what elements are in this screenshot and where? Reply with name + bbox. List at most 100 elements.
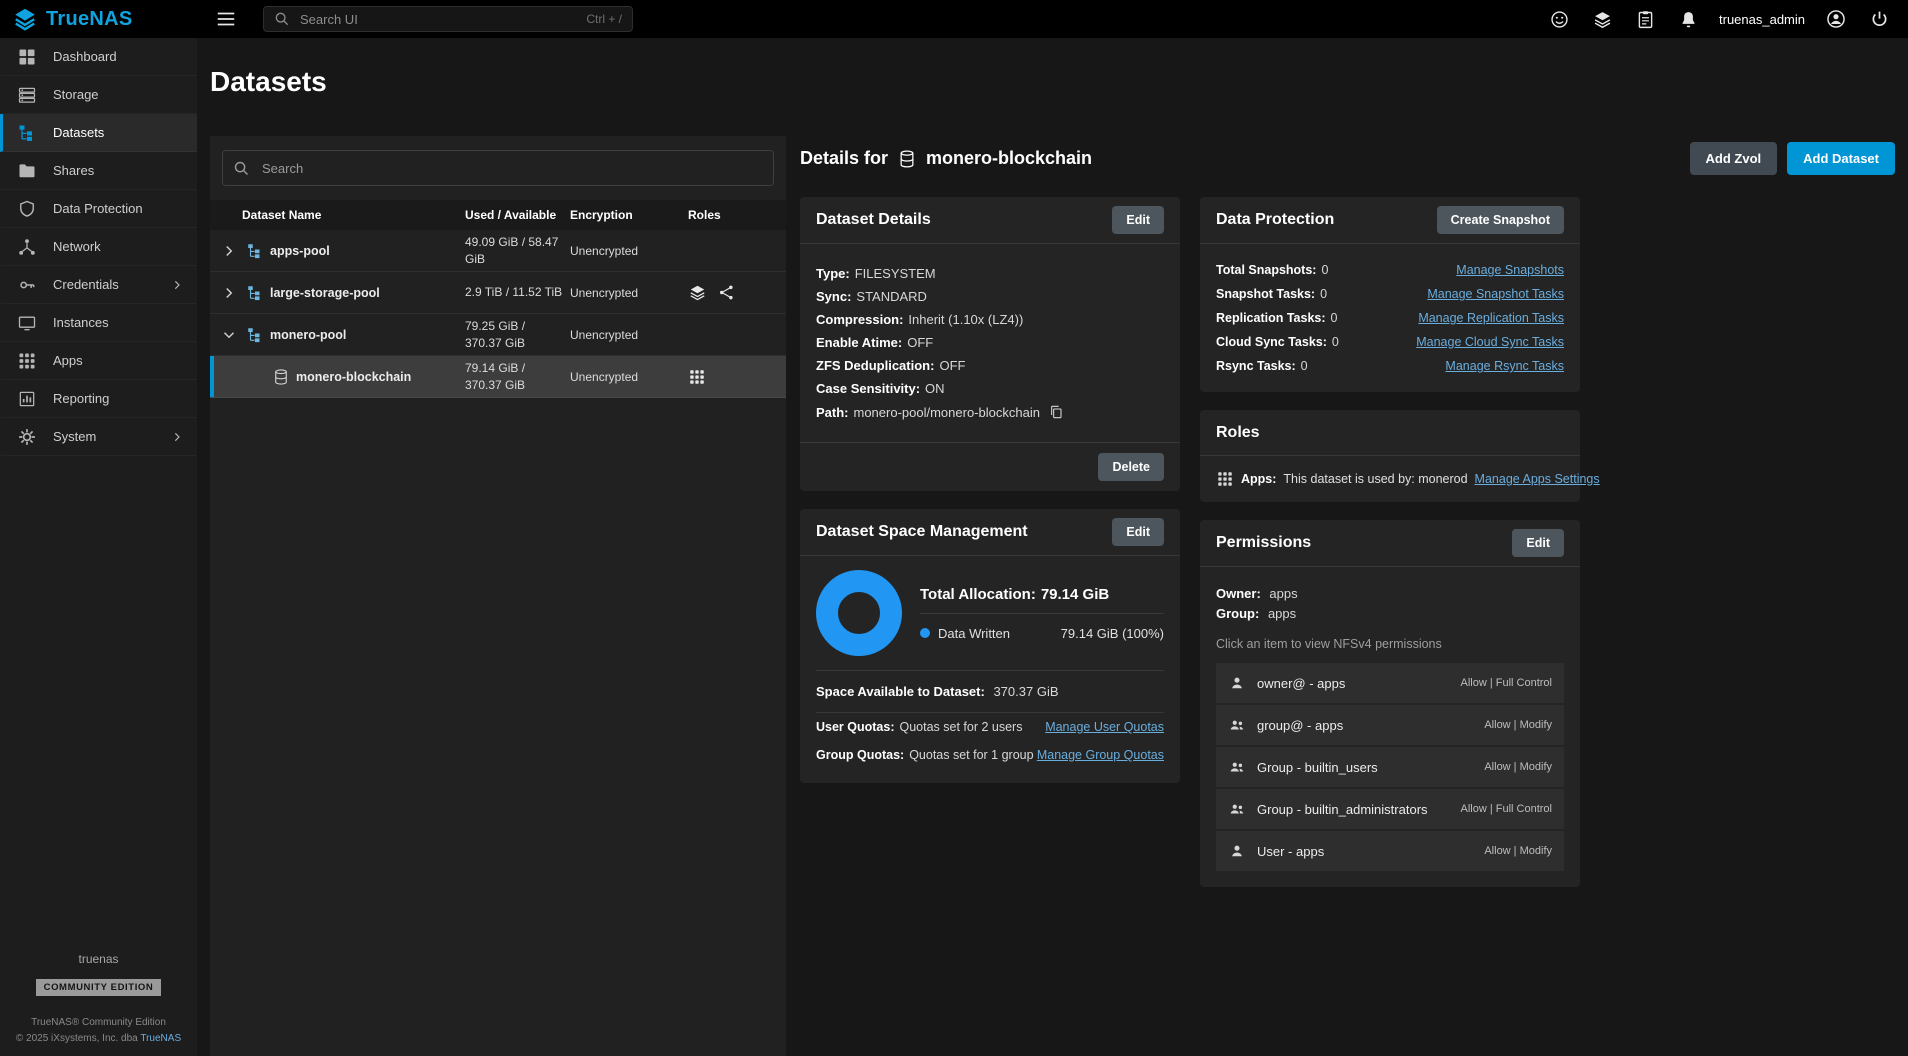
brand[interactable]: TrueNAS — [0, 6, 197, 32]
used-available-cell: 79.14 GiB / 370.37 GiB — [465, 360, 570, 392]
permission-name: group@ - apps — [1257, 718, 1343, 733]
sidebar-item-network[interactable]: Network — [0, 228, 197, 266]
column-used-available: Used / Available — [465, 208, 570, 222]
edit-permissions-button[interactable]: Edit — [1512, 529, 1564, 557]
dataset-row-apps-pool[interactable]: apps-pool 49.09 GiB / 58.47 GiB Unencryp… — [210, 230, 786, 272]
dashboard-icon — [17, 47, 37, 67]
edit-space-button[interactable]: Edit — [1112, 518, 1164, 546]
global-search[interactable]: Ctrl + / — [263, 6, 633, 32]
space-available-row: Space Available to Dataset: 370.37 GiB — [816, 671, 1164, 713]
clipboard-icon — [1635, 9, 1656, 30]
sidebar-item-system[interactable]: System — [0, 418, 197, 456]
main-content: Datasets Dataset Name Used / Available E… — [197, 38, 1908, 1056]
card-body: Total Snapshots: 0 Manage Snapshots Snap… — [1200, 244, 1580, 392]
sidebar-item-apps[interactable]: Apps — [0, 342, 197, 380]
tree-search-input[interactable] — [260, 160, 763, 177]
global-search-input[interactable] — [298, 11, 578, 28]
feedback-button[interactable] — [1547, 7, 1572, 32]
manage-replication-tasks-link[interactable]: Manage Replication Tasks — [1418, 311, 1564, 325]
dataset-row-monero-pool[interactable]: monero-pool 79.25 GiB / 370.37 GiB Unenc… — [210, 314, 786, 356]
network-icon — [17, 237, 37, 257]
field-value: FILESYSTEM — [855, 266, 936, 281]
field-value: OFF — [907, 335, 933, 350]
apps-grid-icon — [17, 351, 37, 371]
roles-card: Roles Apps: This dataset is used by: mon… — [1200, 410, 1580, 502]
row-label: Total Snapshots: — [1216, 263, 1316, 277]
permission-item-user-apps[interactable]: User - apps Allow | Modify — [1216, 831, 1564, 871]
permission-item-builtin-users[interactable]: Group - builtin_users Allow | Modify — [1216, 747, 1564, 787]
add-zvol-button[interactable]: Add Zvol — [1690, 142, 1778, 175]
field-label: Enable Atime: — [816, 335, 902, 350]
hostname-label: truenas — [0, 952, 197, 966]
expand-button[interactable] — [218, 240, 240, 262]
sidebar-item-credentials[interactable]: Credentials — [0, 266, 197, 304]
total-allocation-label: Total Allocation: — [920, 586, 1036, 603]
space-management-card: Dataset Space Management Edit Total Allo — [800, 509, 1180, 783]
dataset-row-large-storage-pool[interactable]: large-storage-pool 2.9 TiB / 11.52 TiB U… — [210, 272, 786, 314]
permission-item-group-at[interactable]: group@ - apps Allow | Modify — [1216, 705, 1564, 745]
group-quotas-label: Group Quotas: — [816, 748, 904, 762]
sidebar-item-instances[interactable]: Instances — [0, 304, 197, 342]
power-button[interactable] — [1867, 7, 1892, 32]
manage-snapshot-tasks-link[interactable]: Manage Snapshot Tasks — [1427, 287, 1564, 301]
truenas-link[interactable]: TrueNAS — [140, 1033, 181, 1044]
snapshots-row: Total Snapshots: 0 Manage Snapshots — [1216, 258, 1564, 282]
row-label: Replication Tasks: — [1216, 311, 1326, 325]
card-footer: Delete — [800, 442, 1180, 491]
sidebar-item-reporting[interactable]: Reporting — [0, 380, 197, 418]
details-title: Details for monero-blockchain — [800, 148, 1092, 169]
user-quotas-value: Quotas set for 2 users — [900, 720, 1023, 734]
row-value: 0 — [1320, 287, 1327, 301]
manage-cloud-sync-tasks-link[interactable]: Manage Cloud Sync Tasks — [1416, 335, 1564, 349]
user-quotas-label: User Quotas: — [816, 720, 895, 734]
manage-user-quotas-link[interactable]: Manage User Quotas — [1045, 720, 1164, 734]
sidebar-item-storage[interactable]: Storage — [0, 76, 197, 114]
sidebar-item-label: Dashboard — [53, 49, 117, 64]
manage-snapshots-link[interactable]: Manage Snapshots — [1456, 263, 1564, 277]
account-menu-button[interactable] — [1823, 6, 1849, 32]
used-available-cell: 79.25 GiB / 370.37 GiB — [465, 318, 570, 350]
tree-search[interactable] — [222, 150, 774, 186]
truenas-app: TrueNAS Ctrl + / truenas_admin — [0, 0, 1908, 1056]
apps-role-label: Apps: — [1241, 472, 1276, 486]
chevron-right-icon — [169, 277, 185, 293]
page-title: Datasets — [210, 66, 1895, 98]
create-snapshot-button[interactable]: Create Snapshot — [1437, 206, 1564, 234]
total-allocation-value: 79.14 GiB — [1041, 586, 1109, 603]
permission-item-owner[interactable]: owner@ - apps Allow | Full Control — [1216, 663, 1564, 703]
cloud-sync-tasks-row: Cloud Sync Tasks: 0 Manage Cloud Sync Ta… — [1216, 330, 1564, 354]
manage-group-quotas-link[interactable]: Manage Group Quotas — [1037, 748, 1164, 762]
dataset-tree-icon — [246, 242, 264, 260]
sidebar-item-data-protection[interactable]: Data Protection — [0, 190, 197, 228]
expand-button[interactable] — [218, 282, 240, 304]
permission-item-builtin-administrators[interactable]: Group - builtin_administrators Allow | F… — [1216, 789, 1564, 829]
sidebar-item-shares[interactable]: Shares — [0, 152, 197, 190]
dataset-row-monero-blockchain[interactable]: monero-blockchain 79.14 GiB / 370.37 GiB… — [210, 356, 786, 398]
field-label: ZFS Deduplication: — [816, 358, 934, 373]
jobs-button[interactable] — [1633, 7, 1658, 32]
database-icon — [897, 149, 917, 169]
row-value: 0 — [1332, 335, 1339, 349]
checkin-button[interactable] — [1590, 7, 1615, 32]
card-header: Dataset Space Management Edit — [800, 509, 1180, 556]
copy-path-button[interactable] — [1040, 404, 1064, 420]
roles-cell — [688, 283, 786, 302]
manage-apps-settings-link[interactable]: Manage Apps Settings — [1475, 472, 1600, 486]
sidebar-item-label: Instances — [53, 315, 109, 330]
table-header: Dataset Name Used / Available Encryption… — [210, 200, 786, 230]
details-dataset-name: monero-blockchain — [926, 148, 1092, 169]
permission-name: Group - builtin_administrators — [1257, 802, 1428, 817]
manage-rsync-tasks-link[interactable]: Manage Rsync Tasks — [1445, 359, 1564, 373]
delete-dataset-button[interactable]: Delete — [1098, 453, 1164, 481]
smiley-icon — [1549, 9, 1570, 30]
add-dataset-button[interactable]: Add Dataset — [1787, 142, 1895, 175]
collapse-button[interactable] — [218, 324, 240, 346]
menu-toggle-button[interactable] — [211, 4, 241, 34]
permission-value: Allow | Modify — [1484, 845, 1552, 857]
owner-value: apps — [1269, 586, 1297, 601]
search-icon — [233, 160, 250, 177]
sidebar-item-datasets[interactable]: Datasets — [0, 114, 197, 152]
alerts-button[interactable] — [1676, 7, 1701, 32]
sidebar-item-dashboard[interactable]: Dashboard — [0, 38, 197, 76]
edit-dataset-details-button[interactable]: Edit — [1112, 206, 1164, 234]
